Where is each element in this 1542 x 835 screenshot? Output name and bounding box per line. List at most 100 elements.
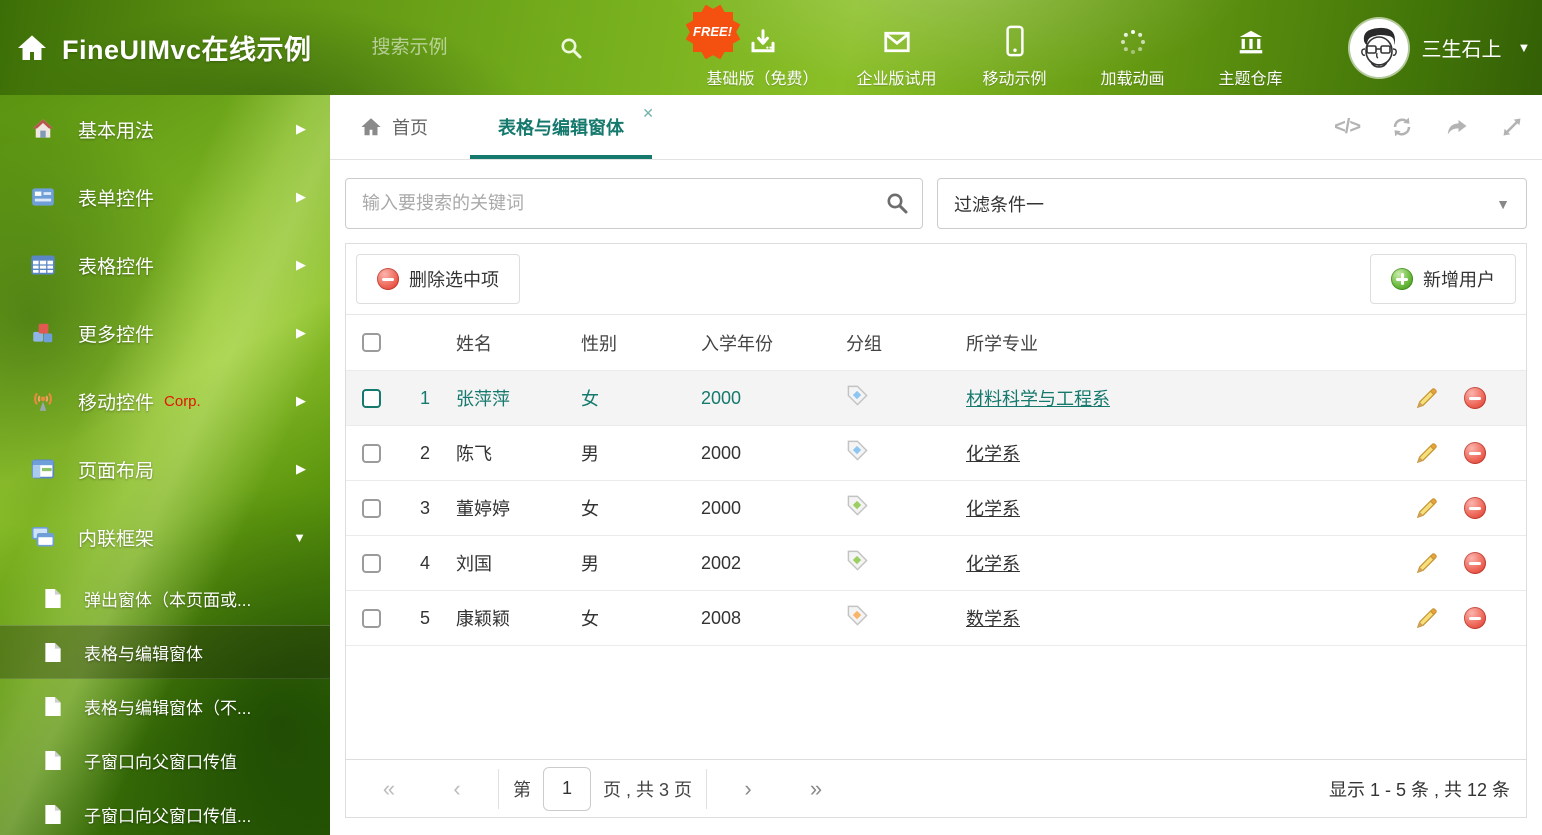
cell-gender: 女: [571, 495, 691, 521]
dropdown-caret-icon: ▼: [1496, 196, 1510, 212]
header-search-input[interactable]: [372, 37, 547, 59]
chevron-right-icon: ▶: [296, 393, 306, 409]
delete-button-label: 删除选中项: [409, 266, 499, 292]
major-link[interactable]: 材料科学与工程系: [966, 389, 1110, 409]
table-icon: [30, 252, 56, 278]
table-row[interactable]: 1 张萍萍 女 2000 材料科学与工程系: [346, 371, 1526, 426]
select-all-checkbox[interactable]: [362, 333, 381, 352]
grid-panel: 删除选中项 新增用户 姓名 性别 入学年份 分组 所学专业: [345, 243, 1527, 818]
table-row[interactable]: 5 康颖颖 女 2008 数学系: [346, 591, 1526, 646]
row-index: 2: [404, 443, 446, 464]
user-menu[interactable]: 三生石上 ▼: [1350, 19, 1531, 77]
tab-grid-edit-window[interactable]: 表格与编辑窗体 ✕: [484, 95, 638, 159]
corp-badge: Corp.: [164, 393, 201, 410]
sidebar-subitem-grid-edit-window-2[interactable]: 表格与编辑窗体（不...: [0, 679, 330, 733]
major-link[interactable]: 数学系: [966, 609, 1020, 629]
row-checkbox[interactable]: [362, 499, 381, 518]
edit-icon[interactable]: [1415, 387, 1438, 410]
tab-home[interactable]: 首页: [360, 95, 428, 159]
tag-icon: [846, 494, 869, 517]
search-icon[interactable]: [885, 191, 909, 215]
search-icon[interactable]: [559, 36, 583, 60]
row-checkbox[interactable]: [362, 444, 381, 463]
sidebar-item-inline-frame[interactable]: 内联框架 ▼: [0, 503, 330, 571]
page-next-button[interactable]: ›: [721, 776, 775, 802]
sidebar-item-page-layout[interactable]: 页面布局 ▶: [0, 435, 330, 503]
tab-close-icon[interactable]: ✕: [642, 105, 654, 122]
sidebar-item-form-controls[interactable]: 表单控件 ▶: [0, 163, 330, 231]
grid-toolbar: 删除选中项 新增用户: [346, 244, 1526, 314]
row-checkbox[interactable]: [362, 609, 381, 628]
add-user-button[interactable]: 新增用户: [1370, 254, 1516, 304]
edit-icon[interactable]: [1415, 607, 1438, 630]
page-first-button[interactable]: «: [362, 776, 416, 802]
sidebar-item-label: 表格控件: [78, 252, 154, 279]
pager-divider: [706, 769, 707, 809]
tab-toolbar: </>: [1334, 95, 1524, 159]
filter-row: 过滤条件一 ▼: [330, 160, 1542, 241]
free-badge-label: FREE!: [684, 3, 742, 61]
keyword-search: [345, 178, 923, 229]
sidebar-subitem-grid-edit-window[interactable]: 表格与编辑窗体: [0, 625, 330, 679]
main-content: 首页 表格与编辑窗体 ✕ </>: [330, 95, 1542, 835]
delete-icon[interactable]: [1464, 607, 1486, 629]
sidebar-item-label: 页面布局: [78, 456, 154, 483]
edit-icon[interactable]: [1415, 552, 1438, 575]
row-index: 4: [404, 553, 446, 574]
table-header-row: 姓名 性别 入学年份 分组 所学专业: [346, 314, 1526, 371]
table-row[interactable]: 3 董婷婷 女 2000 化学系: [346, 481, 1526, 536]
sidebar-item-mobile-controls[interactable]: 移动控件 Corp. ▶: [0, 367, 330, 435]
expand-icon[interactable]: [1500, 115, 1524, 139]
share-icon[interactable]: [1444, 115, 1470, 139]
sidebar-subitem-popup-window[interactable]: 弹出窗体（本页面或...: [0, 571, 330, 625]
edit-icon[interactable]: [1415, 442, 1438, 465]
page-suffix: 页 , 共 3 页: [603, 776, 692, 802]
cell-year: 2002: [691, 553, 836, 574]
form-icon: [30, 184, 56, 210]
delete-icon[interactable]: [1464, 497, 1486, 519]
row-index: 5: [404, 608, 446, 629]
row-checkbox[interactable]: [362, 554, 381, 573]
major-link[interactable]: 化学系: [966, 499, 1020, 519]
nav-label: 移动示例: [983, 65, 1047, 89]
frames-icon: [30, 524, 56, 550]
filter-dropdown[interactable]: 过滤条件一 ▼: [937, 178, 1527, 229]
nav-item-theme-repo[interactable]: 主题仓库: [1192, 7, 1310, 89]
tag-icon: [846, 604, 869, 627]
tag-icon: [846, 549, 869, 572]
sidebar-subitem-label: 表格与编辑窗体（不...: [84, 694, 251, 719]
sidebar-subitem-child-to-parent-2[interactable]: 子窗口向父窗口传值...: [0, 787, 330, 835]
row-checkbox[interactable]: [362, 389, 381, 408]
page-number-input[interactable]: [543, 767, 591, 811]
row-index: 1: [404, 388, 446, 409]
edit-icon[interactable]: [1415, 497, 1438, 520]
chevron-right-icon: ▶: [296, 257, 306, 273]
nav-item-loading-animation[interactable]: 加载动画: [1074, 7, 1192, 89]
sidebar-subitem-child-to-parent[interactable]: 子窗口向父窗口传值: [0, 733, 330, 787]
col-gender: 性别: [571, 330, 691, 356]
sidebar-item-basic-usage[interactable]: 基本用法 ▶: [0, 95, 330, 163]
delete-selected-button[interactable]: 删除选中项: [356, 254, 520, 304]
view-source-icon[interactable]: </>: [1334, 116, 1360, 139]
page-prev-button[interactable]: ‹: [430, 776, 484, 802]
page-last-button[interactable]: »: [789, 776, 843, 802]
keyword-search-input[interactable]: [345, 178, 923, 229]
nav-item-mobile-demo[interactable]: 移动示例: [956, 7, 1074, 89]
refresh-icon[interactable]: [1390, 115, 1414, 139]
cell-year: 2000: [691, 443, 836, 464]
table-row[interactable]: 2 陈飞 男 2000 化学系: [346, 426, 1526, 481]
delete-icon[interactable]: [1464, 387, 1486, 409]
delete-icon[interactable]: [1464, 552, 1486, 574]
cubes-icon: [30, 320, 56, 346]
nav-item-enterprise-trial[interactable]: 企业版试用: [838, 7, 956, 89]
cell-year: 2000: [691, 388, 836, 409]
brand[interactable]: FineUIMvc在线示例: [0, 28, 312, 67]
nav-item-basic-edition[interactable]: FREE! 基础版（免费）: [688, 7, 838, 89]
sidebar-subitem-label: 子窗口向父窗口传值...: [84, 802, 251, 827]
major-link[interactable]: 化学系: [966, 554, 1020, 574]
sidebar-item-grid-controls[interactable]: 表格控件 ▶: [0, 231, 330, 299]
major-link[interactable]: 化学系: [966, 444, 1020, 464]
sidebar-item-more-controls[interactable]: 更多控件 ▶: [0, 299, 330, 367]
delete-icon[interactable]: [1464, 442, 1486, 464]
table-row[interactable]: 4 刘国 男 2002 化学系: [346, 536, 1526, 591]
